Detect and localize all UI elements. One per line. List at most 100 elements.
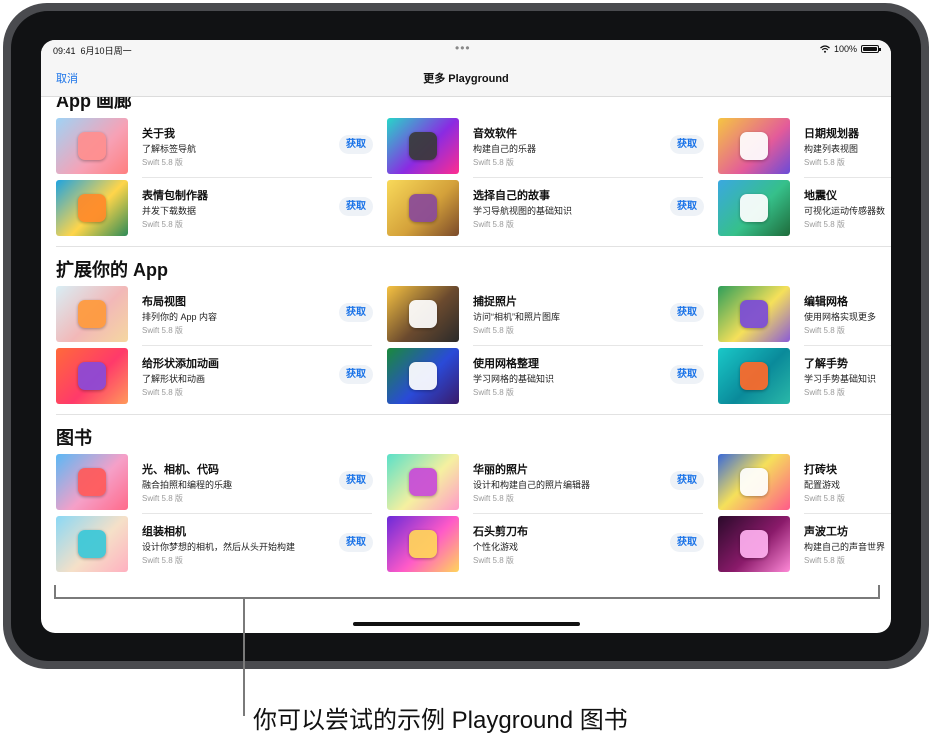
item-subtitle: 使用网格实现更多 — [804, 312, 877, 322]
item-subtitle: 配置游戏 — [804, 480, 841, 490]
item-subtitle: 学习手势基础知识 — [804, 374, 877, 384]
get-button[interactable]: 获取 — [670, 135, 704, 154]
playground-item[interactable]: 使用网格整理 学习网格的基础知识 Swift 5.8 版 获取 — [387, 348, 705, 404]
date-planner-thumbnail[interactable] — [718, 118, 790, 174]
item-divider — [473, 513, 703, 514]
playground-item[interactable]: 组装相机 设计你梦想的相机，然后从头开始构建 Swift 5.8 版 获取 — [56, 516, 374, 572]
item-version: Swift 5.8 版 — [142, 494, 183, 503]
playground-item[interactable]: 华丽的照片 设计和构建自己的照片编辑器 Swift 5.8 版 获取 — [387, 454, 705, 514]
item-title: 声波工坊 — [804, 526, 848, 538]
playground-catalog[interactable]: App 画廊 扩展你的 App 图书 关于我 了解标签导航 Swift 5.8 版获… — [41, 97, 891, 633]
item-subtitle: 并发下载数据 — [142, 206, 197, 216]
item-version: Swift 5.8 版 — [142, 388, 183, 397]
brick-breaker-thumbnail[interactable] — [718, 454, 790, 510]
playground-item[interactable]: 布局视图 排列你的 App 内容 Swift 5.8 版 获取 — [56, 286, 374, 346]
item-title: 表情包制作器 — [142, 190, 208, 202]
playground-item[interactable]: 了解手势 学习手势基础知识 Swift 5.8 版 — [718, 348, 891, 404]
item-version: Swift 5.8 版 — [804, 158, 845, 167]
playground-item[interactable]: 音效软件 构建自己的乐器 Swift 5.8 版 获取 — [387, 118, 705, 178]
status-right: 100% — [820, 44, 881, 54]
item-divider — [473, 177, 703, 178]
item-title: 光、相机、代码 — [142, 464, 219, 476]
item-divider — [142, 177, 372, 178]
get-button[interactable]: 获取 — [339, 533, 373, 552]
app-icon — [740, 530, 768, 558]
choose-story-thumbnail[interactable] — [387, 180, 459, 236]
item-version: Swift 5.8 版 — [804, 494, 845, 503]
item-version: Swift 5.8 版 — [804, 388, 845, 397]
playground-item[interactable]: 日期规划器 构建列表视图 Swift 5.8 版 — [718, 118, 891, 178]
sound-app-thumbnail[interactable] — [387, 118, 459, 174]
home-indicator — [353, 622, 580, 626]
app-icon — [78, 300, 106, 328]
get-button[interactable]: 获取 — [339, 135, 373, 154]
organize-grid-thumbnail[interactable] — [387, 348, 459, 404]
app-icon — [409, 132, 437, 160]
item-title: 组装相机 — [142, 526, 186, 538]
item-title: 编辑网格 — [804, 296, 848, 308]
layout-views-thumbnail[interactable] — [56, 286, 128, 342]
gorgeous-photos-thumbnail[interactable] — [387, 454, 459, 510]
top-bar: 09:41 6月10日周一 ••• 100% 取消 更多 Playground — [41, 40, 891, 97]
battery-percent: 100% — [833, 44, 857, 54]
get-button[interactable]: 获取 — [339, 303, 373, 322]
item-subtitle: 访问“相机”和照片图库 — [473, 312, 560, 322]
get-button[interactable]: 获取 — [670, 471, 704, 490]
get-button[interactable]: 获取 — [670, 533, 704, 552]
app-icon — [409, 300, 437, 328]
get-button[interactable]: 获取 — [670, 303, 704, 322]
get-button[interactable]: 获取 — [670, 197, 704, 216]
edit-grid-thumbnail[interactable] — [718, 286, 790, 342]
gestures-thumbnail[interactable] — [718, 348, 790, 404]
item-version: Swift 5.8 版 — [473, 326, 514, 335]
get-button[interactable]: 获取 — [339, 365, 373, 384]
sound-studio-thumbnail[interactable] — [718, 516, 790, 572]
item-divider — [142, 513, 372, 514]
playground-item[interactable]: 打砖块 配置游戏 Swift 5.8 版 — [718, 454, 891, 514]
playground-item[interactable]: 光、相机、代码 融合拍照和编程的乐趣 Swift 5.8 版 获取 — [56, 454, 374, 514]
playground-item[interactable]: 选择自己的故事 学习导航视图的基础知识 Swift 5.8 版 获取 — [387, 180, 705, 236]
meme-maker-thumbnail[interactable] — [56, 180, 128, 236]
app-icon — [740, 362, 768, 390]
item-divider — [804, 177, 891, 178]
capture-photo-thumbnail[interactable] — [387, 286, 459, 342]
item-divider — [804, 513, 891, 514]
item-title: 给形状添加动画 — [142, 358, 219, 370]
playground-item[interactable]: 表情包制作器 并发下载数据 Swift 5.8 版 获取 — [56, 180, 374, 236]
animate-shapes-thumbnail[interactable] — [56, 348, 128, 404]
build-camera-thumbnail[interactable] — [56, 516, 128, 572]
app-icon — [78, 468, 106, 496]
multitasking-dots-icon[interactable]: ••• — [455, 41, 471, 55]
app-icon — [409, 530, 437, 558]
section-title: 扩展你的 App — [56, 260, 168, 280]
item-subtitle: 构建自己的乐器 — [473, 144, 537, 154]
item-version: Swift 5.8 版 — [473, 494, 514, 503]
app-icon — [740, 132, 768, 160]
get-button[interactable]: 获取 — [670, 365, 704, 384]
playground-item[interactable]: 捕捉照片访问“相机”和照片图库 Swift 5.8 版 获取 — [387, 286, 705, 346]
item-divider — [473, 345, 703, 346]
playground-item[interactable]: 给形状添加动画 了解形状和动画 Swift 5.8 版 获取 — [56, 348, 374, 404]
get-button[interactable]: 获取 — [339, 197, 373, 216]
app-icon — [740, 194, 768, 222]
item-subtitle: 了解形状和动画 — [142, 374, 206, 384]
item-subtitle: 排列你的 App 内容 — [142, 312, 218, 322]
playground-item[interactable]: 编辑网格 使用网格实现更多 Swift 5.8 版 — [718, 286, 891, 346]
item-subtitle: 构建自己的声音世界 — [804, 542, 886, 552]
playground-item[interactable]: 地震仪 可视化运动传感器数 Swift 5.8 版 — [718, 180, 891, 236]
playground-item[interactable]: 石头剪刀布 个性化游戏 Swift 5.8 版 获取 — [387, 516, 705, 572]
item-subtitle: 学习网格的基础知识 — [473, 374, 555, 384]
section-divider — [56, 246, 891, 247]
playground-item[interactable]: 关于我 了解标签导航 Swift 5.8 版 获取 — [56, 118, 374, 178]
item-title: 捕捉照片 — [473, 296, 517, 308]
about-me-thumbnail[interactable] — [56, 118, 128, 174]
item-version: Swift 5.8 版 — [804, 556, 845, 565]
rock-paper-scissors-thumbnail[interactable] — [387, 516, 459, 572]
app-icon — [409, 468, 437, 496]
callout-text: 你可以尝试的示例 Playground 图书 — [253, 707, 628, 734]
get-button[interactable]: 获取 — [339, 471, 373, 490]
playground-item[interactable]: 声波工坊构建自己的声音世界 Swift 5.8 版 — [718, 516, 891, 572]
seismometer-thumbnail[interactable] — [718, 180, 790, 236]
light-camera-code-thumbnail[interactable] — [56, 454, 128, 510]
callout-bracket — [54, 597, 880, 599]
